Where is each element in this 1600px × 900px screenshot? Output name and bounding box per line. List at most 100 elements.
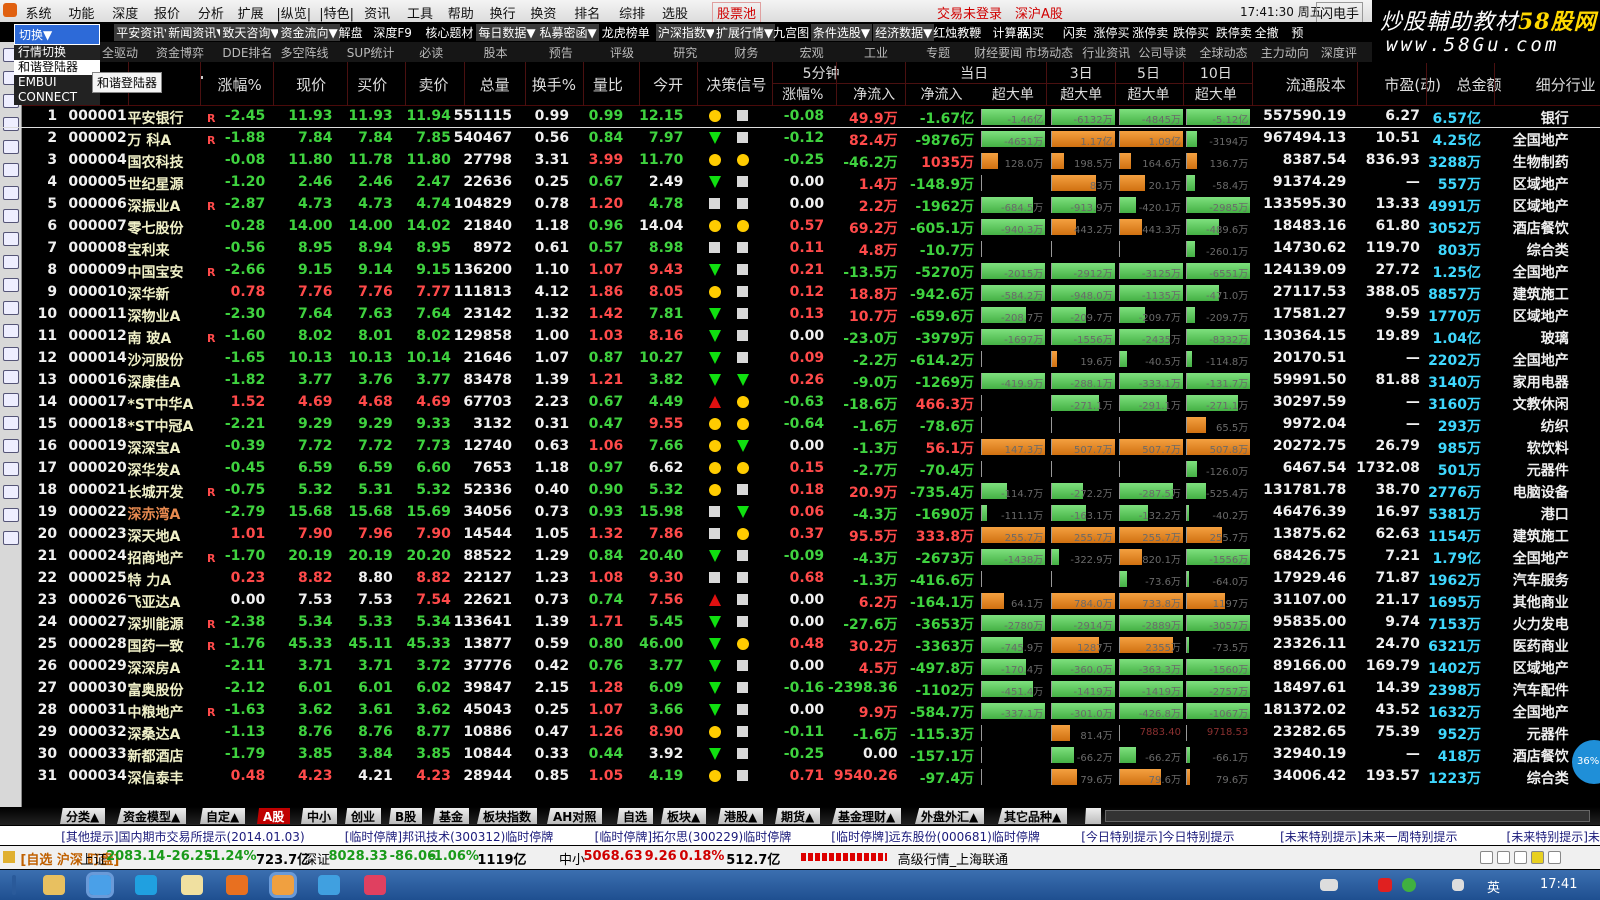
stock-app-icon[interactable] bbox=[269, 872, 298, 898]
info-tab[interactable]: 预告 bbox=[549, 44, 573, 61]
info-tab[interactable]: 主力动向 bbox=[1261, 44, 1309, 61]
column-divider[interactable] bbox=[1494, 62, 1496, 106]
stock-name[interactable]: 万 科A bbox=[128, 130, 172, 150]
stock-code[interactable]: 000018 bbox=[68, 416, 126, 432]
menu-item[interactable]: 换资 bbox=[530, 3, 556, 22]
info-tab[interactable]: 多空阵线 bbox=[281, 44, 329, 61]
ticker-item[interactable]: [未来特别提示]未来一周特别提示 bbox=[1280, 828, 1457, 845]
stock-name[interactable]: 特 力A bbox=[128, 570, 172, 590]
ticker-item[interactable]: [临时停牌]拓尔思(300229)临时停牌 bbox=[595, 828, 792, 845]
table-row[interactable]: 12 000014 沙河股份 -1.65 10.13 10.13 10.14 21646 1.0… bbox=[0, 348, 1600, 370]
menu-item[interactable]: 排名 bbox=[574, 3, 600, 22]
info-tab[interactable]: 资金博弈 bbox=[156, 44, 204, 61]
ticker-item[interactable]: [未来特别提示]未来 bbox=[1507, 828, 1600, 845]
column-divider[interactable] bbox=[199, 62, 201, 106]
table-row[interactable]: 11 000012 南 玻A R -1.60 8.02 8.01 8.02 129858 1.00… bbox=[0, 326, 1600, 348]
menu-item[interactable]: 换行 bbox=[490, 3, 516, 22]
ticker-item[interactable]: [今日特别提示]今日特别提示 bbox=[1081, 828, 1234, 845]
table-row[interactable]: 24 000027 深圳能源 R -2.38 5.34 5.33 5.34 133641 1.39… bbox=[0, 612, 1600, 634]
stock-name[interactable]: 零七股份 bbox=[128, 218, 184, 238]
menu-item[interactable]: 扩展 bbox=[238, 3, 264, 22]
column-header-g10_big[interactable]: 超大单 bbox=[1176, 84, 1256, 104]
toolbar-button[interactable]: 涨停买 bbox=[1093, 24, 1129, 41]
menu-item[interactable]: |纵览| bbox=[276, 3, 311, 22]
table-row[interactable]: 5 000006 深振业A R -2.87 4.73 4.73 4.74 104829 0.78 1… bbox=[0, 194, 1600, 216]
table-row[interactable]: 13 000016 深康佳A -1.82 3.77 3.76 3.77 83478 1.39 1.… bbox=[0, 370, 1600, 392]
stock-name[interactable]: 宝利来 bbox=[128, 240, 170, 260]
stock-code[interactable]: 000033 bbox=[68, 746, 126, 762]
stock-code[interactable]: 000022 bbox=[68, 504, 126, 520]
qq-icon[interactable] bbox=[180, 875, 203, 895]
menu-item[interactable]: 综排 bbox=[619, 3, 645, 22]
toolbar-button[interactable]: 条件选股▼ bbox=[810, 24, 873, 41]
info-tab[interactable]: 全驱动 bbox=[102, 44, 138, 61]
column-divider[interactable] bbox=[836, 62, 838, 106]
info-tab[interactable]: 必读 bbox=[419, 44, 443, 61]
stock-pool-button[interactable]: 股票池 bbox=[712, 2, 762, 23]
toolbar-button[interactable]: 涨停卖 bbox=[1132, 24, 1168, 41]
market-tab[interactable]: 资金模型▲ bbox=[117, 808, 187, 824]
dropdown-item-quote-switch[interactable]: 行情切换 bbox=[14, 45, 100, 60]
column-header-industry[interactable]: 细分行业 bbox=[1526, 74, 1600, 95]
window-icon[interactable] bbox=[1497, 851, 1510, 864]
stock-name[interactable]: 深华新 bbox=[128, 284, 170, 304]
table-row[interactable]: 30 000033 新都酒店 -1.79 3.85 3.84 3.85 10844 0.33 0.… bbox=[0, 744, 1600, 766]
table-row[interactable]: 17 000020 深华发A -0.45 6.59 6.59 6.60 7653 1.18 0.9… bbox=[0, 458, 1600, 480]
stock-name[interactable]: 富奥股份 bbox=[128, 680, 184, 700]
stock-code[interactable]: 000023 bbox=[68, 526, 126, 542]
menu-item[interactable]: 功能 bbox=[68, 3, 94, 22]
table-row[interactable]: 27 000030 富奥股份 -2.12 6.01 6.01 6.02 39847 2.15 1.… bbox=[0, 678, 1600, 700]
column-divider[interactable] bbox=[1045, 62, 1047, 106]
menu-item[interactable]: 分析 bbox=[198, 3, 224, 22]
stock-name[interactable]: 深深宝A bbox=[128, 438, 181, 458]
stock-code[interactable]: 000001 bbox=[68, 108, 126, 124]
column-divider[interactable] bbox=[696, 62, 698, 106]
stock-code[interactable]: 000026 bbox=[68, 592, 126, 608]
tab-scroll-left[interactable] bbox=[1085, 808, 1101, 824]
stock-name[interactable]: 中国宝安 bbox=[128, 262, 184, 282]
stock-code[interactable]: 000027 bbox=[68, 614, 126, 630]
table-row[interactable]: 16 000019 深深宝A -0.39 7.72 7.72 7.73 12740 0.63 1.… bbox=[0, 436, 1600, 458]
toolbar-button[interactable]: 沪深指数▼ bbox=[655, 24, 718, 41]
mail-icon[interactable] bbox=[1514, 851, 1527, 864]
toolbar-button[interactable]: 闪买 bbox=[1020, 24, 1044, 41]
info-tab[interactable]: 研究 bbox=[673, 44, 697, 61]
stock-name[interactable]: 平安银行 bbox=[128, 108, 184, 128]
column-divider[interactable] bbox=[583, 62, 585, 106]
signal-icon[interactable] bbox=[1548, 851, 1561, 864]
stock-name[interactable]: 沙河股份 bbox=[128, 350, 184, 370]
market-tab[interactable]: 基金 bbox=[433, 808, 470, 824]
stock-code[interactable]: 000024 bbox=[68, 548, 126, 564]
toolbar-button[interactable]: 核心题材 bbox=[425, 24, 473, 41]
switch-dropdown-header[interactable]: 切换▼ bbox=[14, 24, 100, 45]
table-row[interactable]: 1 000001 平安银行 R -2.45 11.93 11.93 11.94 551115 0.… bbox=[0, 106, 1600, 128]
info-tab[interactable]: 股本 bbox=[483, 44, 507, 61]
stock-code[interactable]: 000020 bbox=[68, 460, 126, 476]
stock-name[interactable]: 深天地A bbox=[128, 526, 181, 546]
toolbar-button[interactable]: 解盘 bbox=[339, 24, 363, 41]
column-divider[interactable] bbox=[1183, 62, 1185, 106]
column-divider[interactable] bbox=[1356, 62, 1358, 106]
stock-code[interactable]: 000006 bbox=[68, 196, 126, 212]
ticker-item[interactable]: [临时停牌]邦讯技术(300312)临时停牌 bbox=[345, 828, 554, 845]
info-tab[interactable]: 全球动态 bbox=[1200, 44, 1248, 61]
table-row[interactable]: 7 000008 宝利来 -0.56 8.95 8.94 8.95 8972 0.61 0.57 8… bbox=[0, 238, 1600, 260]
column-divider[interactable] bbox=[273, 62, 275, 106]
column-divider[interactable] bbox=[904, 62, 906, 106]
menu-item[interactable]: 深度 bbox=[112, 3, 138, 22]
column-divider[interactable] bbox=[404, 62, 406, 106]
app-icon[interactable] bbox=[85, 872, 114, 898]
column-header-g5_chg[interactable]: 涨幅% bbox=[763, 84, 843, 104]
table-row[interactable]: 25 000028 国药一致 R -1.76 45.33 45.11 45.33 13877 0.… bbox=[0, 634, 1600, 656]
stock-name[interactable]: 新都酒店 bbox=[128, 746, 184, 766]
stock-code[interactable]: 000014 bbox=[68, 350, 126, 366]
stock-code[interactable]: 000021 bbox=[68, 482, 126, 498]
market-tab[interactable]: A股 bbox=[257, 808, 291, 824]
stock-code[interactable]: 000017 bbox=[68, 394, 126, 410]
column-divider[interactable] bbox=[464, 62, 466, 106]
stock-name[interactable]: 深桑达A bbox=[128, 724, 181, 744]
toolbar-button[interactable]: 每日数据▼ bbox=[476, 24, 538, 41]
stock-name[interactable]: 长城开发 bbox=[128, 482, 184, 502]
stock-code[interactable]: 000008 bbox=[68, 240, 126, 256]
refresh-icon[interactable] bbox=[1480, 851, 1493, 864]
